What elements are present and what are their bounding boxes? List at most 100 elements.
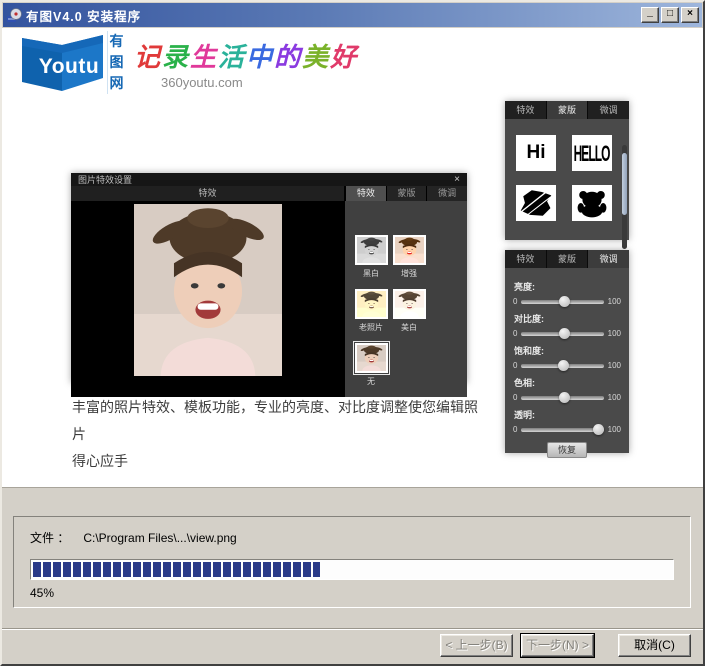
effect-thumb-whitening: 美白 (391, 289, 427, 333)
adjust-panel-tabs: 特效 蒙版 微调 (505, 250, 629, 268)
slider-min: 0 (513, 329, 517, 338)
adjust-panel-preview: 特效 蒙版 微调 亮度: 0 100 对比度: (505, 250, 629, 453)
minimize-button-icon[interactable]: _ (641, 7, 659, 23)
mask-tile-hello: HELLO (572, 135, 612, 171)
scrollbar-thumb (622, 153, 627, 215)
slider-label: 对比度: (514, 312, 629, 325)
effect-thumb-none: 无 (353, 343, 389, 387)
feature-description: 丰富的照片特效、模板功能，专业的亮度、对比度调整使您编辑照片 得心应手 (72, 394, 484, 475)
slider-label: 透明: (514, 408, 629, 421)
effect-label: 老照片 (353, 322, 389, 333)
reset-button: 恢复 (547, 442, 587, 458)
effect-label: 黑白 (353, 268, 389, 279)
installer-footer: 文件 ： C:\Program Files\...\view.png 45% < … (2, 488, 703, 665)
slider-thumb (559, 328, 570, 339)
preview-window-title: 图片特效设置 (78, 173, 454, 186)
effect-preview-image (357, 345, 386, 371)
sliders-group: 亮度: 0 100 对比度: 0 100 (505, 268, 629, 458)
content-area: Youtu 有图网 记录生活中的美好 360youtu.com 图片特效设置 ×… (2, 28, 703, 488)
adjust-tab-mask: 蒙版 (546, 250, 588, 268)
slogan-char: 美 (302, 43, 330, 72)
mask-tab-adjust: 微调 (587, 101, 629, 119)
preview-effects-panel: 黑白 增强 老照片 美 (345, 201, 467, 397)
next-button[interactable]: 下一步(N) > (521, 634, 594, 657)
installer-app-icon (6, 7, 22, 23)
effect-preview-image (395, 237, 424, 263)
footer-buttons: < 上一步(B) 下一步(N) > 取消(C) (432, 634, 691, 657)
slider-max: 100 (608, 297, 621, 306)
slider-max: 100 (608, 329, 621, 338)
preview-body: 黑白 增强 老照片 美 (71, 201, 467, 397)
slider-thumb (558, 360, 569, 371)
slogan-char: 生 (190, 43, 218, 72)
mask-scrollbar (622, 145, 627, 249)
installer-window: 有图V4.0 安装程序 _ □ × Youtu 有图网 记录生活中的美好 360… (0, 0, 705, 666)
effect-label: 美白 (391, 322, 427, 333)
slider-max: 100 (608, 425, 621, 434)
client-area: Youtu 有图网 记录生活中的美好 360youtu.com 图片特效设置 ×… (2, 28, 703, 666)
slogan-char: 中 (246, 43, 274, 72)
effect-thumb-oldphoto: 老照片 (353, 289, 389, 333)
brand-name: Youtu (27, 55, 111, 79)
progress-fill (33, 562, 320, 577)
mask-tab-effects: 特效 (505, 101, 546, 119)
effects-grid: 黑白 增强 老照片 美 (353, 235, 461, 397)
preview-tab-effects: 特效 (345, 186, 386, 201)
effect-label: 无 (353, 376, 389, 387)
saturation-slider: 饱和度: 0 100 (505, 344, 629, 370)
scribble-mask-icon (516, 185, 556, 221)
brightness-slider: 亮度: 0 100 (505, 280, 629, 306)
current-file-line: 文件 ： C:\Program Files\...\view.png (30, 529, 237, 546)
preview-canvas (71, 201, 345, 397)
adjust-tab-adjust: 微调 (587, 250, 629, 268)
mask-tiles: Hi HELLO (505, 119, 629, 240)
effect-preview-image (357, 237, 386, 263)
slogan-char: 活 (218, 43, 246, 72)
preview-titlebar: 图片特效设置 × (71, 173, 467, 186)
slider-label: 亮度: (514, 280, 629, 293)
slider-min: 0 (513, 425, 517, 434)
maximize-button-icon[interactable]: □ (661, 7, 679, 23)
adjust-tab-effects: 特效 (505, 250, 546, 268)
slider-track (521, 300, 603, 304)
slogan-char: 好 (330, 43, 358, 72)
window-title: 有图V4.0 安装程序 (26, 6, 639, 25)
file-path: C:\Program Files\...\view.png (83, 531, 236, 545)
slider-min: 0 (513, 297, 517, 306)
progress-groupbox: 文件 ： C:\Program Files\...\view.png 45% (13, 516, 691, 608)
app-preview-screenshot: 图片特效设置 × 特效 特效 蒙版 微调 (71, 173, 467, 383)
slogan: 记录生活中的美好 (134, 37, 358, 74)
slider-min: 0 (513, 393, 517, 402)
back-button[interactable]: < 上一步(B) (440, 634, 513, 657)
preview-tabs: 特效 蒙版 微调 (345, 186, 467, 201)
effect-preview-image (395, 291, 424, 317)
girl-photo (134, 204, 282, 376)
progress-percent: 45% (30, 586, 54, 600)
mask-panel-tabs: 特效 蒙版 微调 (505, 101, 629, 119)
slider-max: 100 (608, 393, 621, 402)
cancel-button[interactable]: 取消(C) (618, 634, 691, 657)
close-button-icon[interactable]: × (681, 7, 699, 23)
effect-preview-image (357, 291, 386, 317)
footer-separator (2, 628, 703, 630)
progress-bar (30, 559, 674, 580)
effect-thumb-bw: 黑白 (353, 235, 389, 279)
description-line2: 得心应手 (72, 448, 484, 475)
description-line1: 丰富的照片特效、模板功能，专业的亮度、对比度调整使您编辑照片 (72, 394, 484, 448)
mask-tab-mask: 蒙版 (546, 101, 588, 119)
file-label: 文件 ： (30, 531, 69, 545)
teddy-bear-mask-icon (572, 185, 612, 221)
contrast-slider: 对比度: 0 100 (505, 312, 629, 338)
titlebar[interactable]: 有图V4.0 安装程序 _ □ × (3, 3, 702, 27)
preview-close-icon: × (454, 175, 460, 185)
slogan-char: 录 (162, 43, 190, 72)
effect-label: 增强 (391, 268, 427, 279)
youtu-logo: Youtu 有图网 记录生活中的美好 360youtu.com (19, 31, 329, 97)
preview-tab-mask: 蒙版 (386, 186, 427, 201)
slider-label: 饱和度: (514, 344, 629, 357)
slider-track (521, 396, 603, 400)
hue-slider: 色相: 0 100 (505, 376, 629, 402)
mask-panel-preview: 特效 蒙版 微调 Hi HELLO (505, 101, 629, 240)
slider-track (521, 332, 603, 336)
preview-tab-row: 特效 特效 蒙版 微调 (71, 186, 467, 201)
